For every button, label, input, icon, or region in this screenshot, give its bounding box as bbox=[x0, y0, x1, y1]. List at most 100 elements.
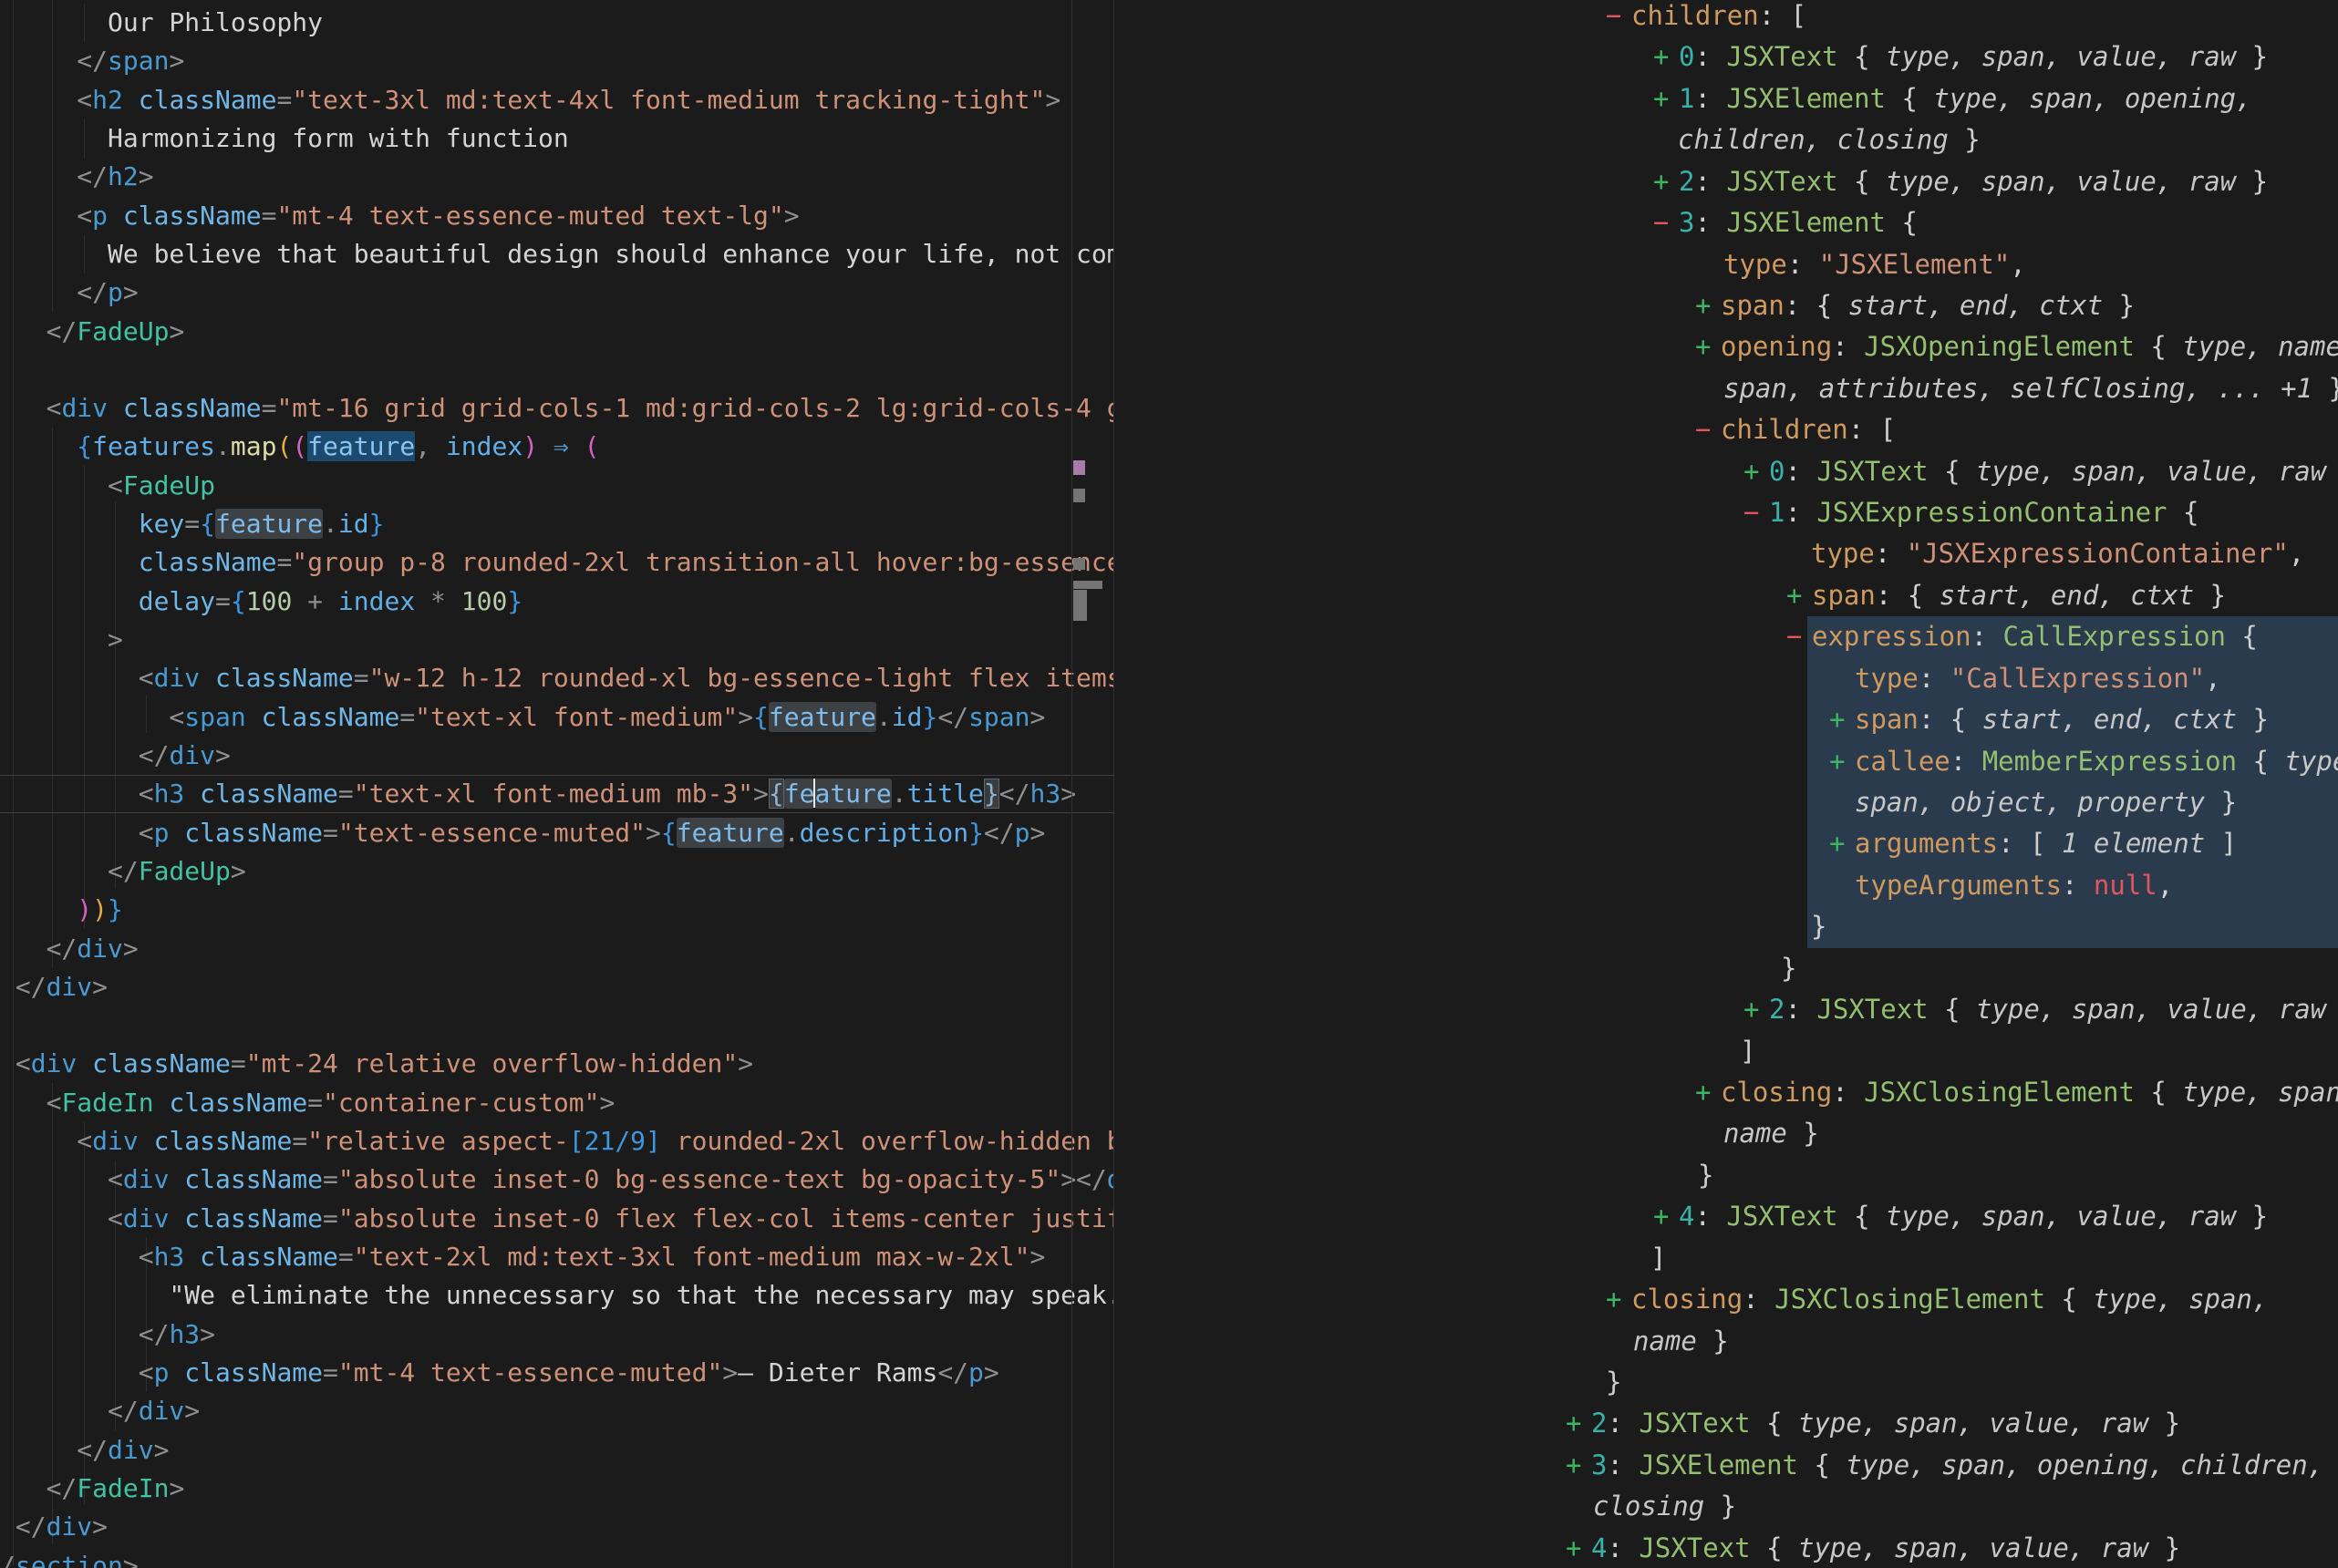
expand-icon[interactable]: + bbox=[1653, 1196, 1679, 1237]
ast-tree-line[interactable]: ] bbox=[1114, 1238, 2338, 1279]
expand-icon[interactable]: + bbox=[1653, 36, 1679, 77]
code-line[interactable]: </div> bbox=[0, 1392, 1114, 1430]
ast-tree-line[interactable]: +2: JSXText { type, span, value, raw } bbox=[1114, 1403, 2338, 1444]
collapse-icon[interactable]: − bbox=[1606, 0, 1631, 36]
code-line[interactable]: <p className="mt-4 text-essence-muted te… bbox=[0, 197, 1114, 235]
ast-tree-line[interactable]: +2: JSXText { type, span, value, raw } bbox=[1114, 161, 2338, 202]
collapse-icon[interactable]: − bbox=[1743, 492, 1769, 533]
ast-tree-line[interactable]: } bbox=[1114, 948, 2338, 989]
ast-tree-line[interactable]: span, object, property } bbox=[1114, 782, 2338, 823]
code-line[interactable]: </div> bbox=[0, 930, 1114, 968]
ast-tree-line[interactable]: +arguments: [ 1 element ] bbox=[1114, 823, 2338, 864]
code-line[interactable]: <h3 className="text-xl font-medium mb-3"… bbox=[0, 775, 1114, 813]
code-line[interactable]: </FadeUp> bbox=[0, 852, 1114, 891]
ast-tree-line[interactable]: −3: JSXElement { bbox=[1114, 202, 2338, 243]
expand-icon[interactable]: + bbox=[1566, 1403, 1591, 1444]
code-line[interactable]: </p> bbox=[0, 273, 1114, 312]
ast-tree-line[interactable]: −children: [ bbox=[1114, 409, 2338, 450]
ast-tree-line[interactable]: +1: JSXElement { type, span, opening, bbox=[1114, 78, 2338, 119]
expand-icon[interactable]: + bbox=[1695, 285, 1721, 326]
code-editor[interactable]: Our Philosophy </span> <h2 className="te… bbox=[0, 0, 1114, 1568]
code-line[interactable]: <p className="mt-4 text-essence-muted">—… bbox=[0, 1354, 1114, 1392]
ast-tree-line[interactable]: +callee: MemberExpression { type, bbox=[1114, 741, 2338, 782]
code-line[interactable]: delay={100 + index * 100} bbox=[0, 583, 1114, 621]
expand-icon[interactable]: + bbox=[1606, 1279, 1631, 1320]
code-line[interactable]: "We eliminate the unnecessary so that th… bbox=[0, 1276, 1114, 1315]
ast-tree-line[interactable]: } bbox=[1114, 1155, 2338, 1196]
ast-tree-line[interactable]: } bbox=[1114, 1362, 2338, 1403]
ast-tree-line[interactable]: +closing: JSXClosingElement { type, span… bbox=[1114, 1072, 2338, 1113]
code-line[interactable]: </div> bbox=[0, 968, 1114, 1006]
collapse-icon[interactable]: − bbox=[1695, 409, 1721, 450]
code-line[interactable]: key={feature.id} bbox=[0, 505, 1114, 543]
code-line[interactable]: </div> bbox=[0, 737, 1114, 775]
ast-tree-line[interactable]: type: "JSXElement", bbox=[1114, 244, 2338, 285]
ast-tree-line[interactable]: +0: JSXText { type, span, value, raw } bbox=[1114, 36, 2338, 77]
ast-tree-line[interactable]: } bbox=[1114, 906, 2338, 947]
code-line[interactable]: We believe that beautiful design should … bbox=[0, 235, 1114, 273]
ast-tree-line[interactable]: closing } bbox=[1114, 1486, 2338, 1527]
code-line[interactable]: /section> bbox=[0, 1547, 1114, 1568]
code-line[interactable]: <div className="mt-16 grid grid-cols-1 m… bbox=[0, 389, 1114, 428]
expand-icon[interactable]: + bbox=[1829, 823, 1855, 864]
ast-tree-line[interactable]: ] bbox=[1114, 1031, 2338, 1072]
code-line[interactable]: <FadeIn className="container-custom"> bbox=[0, 1084, 1114, 1122]
expand-icon[interactable]: + bbox=[1695, 326, 1721, 367]
expand-icon[interactable]: + bbox=[1566, 1528, 1591, 1568]
code-line[interactable]: </h2> bbox=[0, 158, 1114, 196]
ast-tree-line[interactable]: name } bbox=[1114, 1321, 2338, 1362]
code-line[interactable]: </div> bbox=[0, 1431, 1114, 1470]
collapse-icon[interactable]: − bbox=[1653, 202, 1679, 243]
code-line[interactable]: </div> bbox=[0, 1508, 1114, 1546]
ast-tree-line[interactable]: +span: { start, end, ctxt } bbox=[1114, 285, 2338, 326]
ast-tree-line[interactable]: type: "CallExpression", bbox=[1114, 658, 2338, 699]
expand-icon[interactable]: + bbox=[1743, 451, 1769, 492]
ast-tree-line[interactable]: +0: JSXText { type, span, value, raw } bbox=[1114, 451, 2338, 492]
ast-tree-line[interactable]: +span: { start, end, ctxt } bbox=[1114, 575, 2338, 616]
code-line[interactable]: > bbox=[0, 621, 1114, 659]
ast-tree-line[interactable]: +3: JSXElement { type, span, opening, ch… bbox=[1114, 1445, 2338, 1486]
ast-tree-line[interactable]: +opening: JSXOpeningElement { type, name… bbox=[1114, 326, 2338, 367]
ast-tree-panel[interactable]: −children: [+0: JSXText { type, span, va… bbox=[1114, 0, 2338, 1568]
expand-icon[interactable]: + bbox=[1743, 989, 1769, 1030]
code-line[interactable] bbox=[0, 351, 1114, 389]
expand-icon[interactable]: + bbox=[1829, 699, 1855, 740]
ast-tree-line[interactable]: −children: [ bbox=[1114, 0, 2338, 36]
code-line[interactable]: <span className="text-xl font-medium">{f… bbox=[0, 698, 1114, 737]
code-line[interactable]: </span> bbox=[0, 42, 1114, 80]
expand-icon[interactable]: + bbox=[1653, 161, 1679, 202]
code-line[interactable]: <h2 className="text-3xl md:text-4xl font… bbox=[0, 81, 1114, 119]
expand-icon[interactable]: + bbox=[1566, 1445, 1591, 1486]
code-line[interactable]: </FadeUp> bbox=[0, 313, 1114, 351]
expand-icon[interactable]: + bbox=[1653, 78, 1679, 119]
ast-tree-line[interactable]: +4: JSXText { type, span, value, raw } bbox=[1114, 1528, 2338, 1568]
code-line[interactable]: <div className="relative aspect-[21/9] r… bbox=[0, 1122, 1114, 1161]
ast-tree-line[interactable]: children, closing } bbox=[1114, 119, 2338, 160]
ast-tree-line[interactable]: span, attributes, selfClosing, ... +1 } bbox=[1114, 368, 2338, 409]
code-line[interactable]: Harmonizing form with function bbox=[0, 119, 1114, 158]
code-line[interactable]: <p className="text-essence-muted">{featu… bbox=[0, 814, 1114, 852]
code-line[interactable]: </FadeIn> bbox=[0, 1470, 1114, 1508]
ast-tree-line[interactable]: +4: JSXText { type, span, value, raw } bbox=[1114, 1196, 2338, 1237]
code-line[interactable]: Our Philosophy bbox=[0, 4, 1114, 42]
expand-icon[interactable]: + bbox=[1695, 1072, 1721, 1113]
ast-tree-line[interactable]: +2: JSXText { type, span, value, raw } bbox=[1114, 989, 2338, 1030]
ast-tree-line[interactable]: type: "JSXExpressionContainer", bbox=[1114, 533, 2338, 574]
ast-tree-line[interactable]: −expression: CallExpression { bbox=[1114, 616, 2338, 657]
code-line[interactable]: <FadeUp bbox=[0, 467, 1114, 505]
code-line[interactable]: </h3> bbox=[0, 1315, 1114, 1354]
code-line[interactable]: <div className="absolute inset-0 flex fl… bbox=[0, 1200, 1114, 1238]
code-line[interactable] bbox=[0, 1006, 1114, 1045]
code-line[interactable]: <div className="mt-24 relative overflow-… bbox=[0, 1045, 1114, 1083]
code-line[interactable]: <div className="w-12 h-12 rounded-xl bg-… bbox=[0, 659, 1114, 697]
ast-tree-line[interactable]: −1: JSXExpressionContainer { bbox=[1114, 492, 2338, 533]
ast-tree-line[interactable]: +closing: JSXClosingElement { type, span… bbox=[1114, 1279, 2338, 1320]
code-line[interactable]: className="group p-8 rounded-2xl transit… bbox=[0, 543, 1114, 582]
ast-tree-line[interactable]: name } bbox=[1114, 1113, 2338, 1154]
collapse-icon[interactable]: − bbox=[1786, 616, 1812, 657]
ast-tree-line[interactable]: +span: { start, end, ctxt } bbox=[1114, 699, 2338, 740]
code-line[interactable]: {features.map((feature, index) ⇒ ( bbox=[0, 428, 1114, 466]
ast-tree-line[interactable]: typeArguments: null, bbox=[1114, 865, 2338, 906]
code-line[interactable]: ))} bbox=[0, 891, 1114, 929]
code-line[interactable]: <h3 className="text-2xl md:text-3xl font… bbox=[0, 1238, 1114, 1276]
